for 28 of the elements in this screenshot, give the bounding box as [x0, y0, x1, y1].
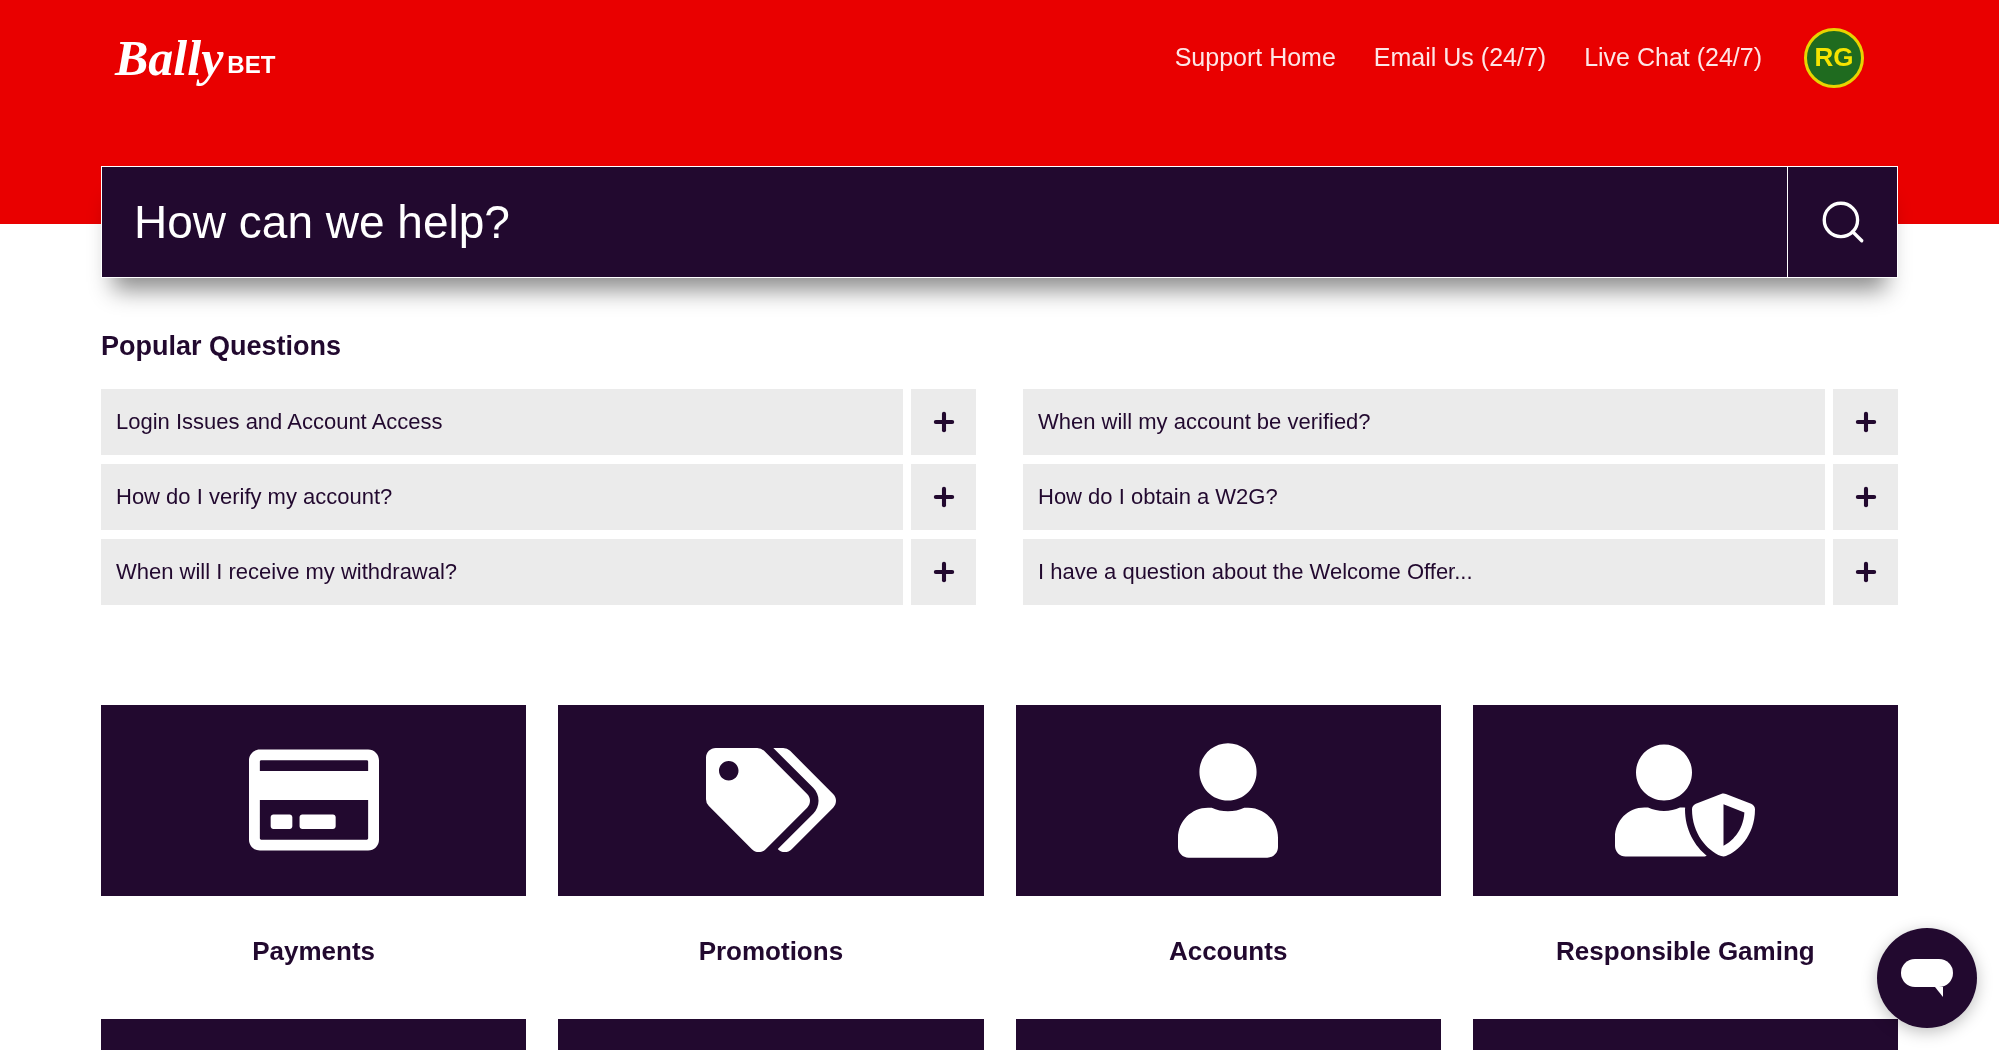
category-link[interactable]: Payments — [252, 931, 376, 971]
category-tile[interactable] — [1015, 704, 1441, 896]
question-item[interactable]: How do I obtain a W2G? — [1023, 463, 1825, 530]
expand-button[interactable] — [911, 388, 976, 455]
question-item[interactable]: When will my account be verified? — [1023, 388, 1825, 455]
rg-badge[interactable]: RG — [1804, 27, 1864, 88]
expand-button[interactable] — [1833, 463, 1898, 530]
user-shield-icon — [1615, 742, 1756, 858]
category-tile[interactable] — [1472, 704, 1898, 896]
expand-button[interactable] — [911, 538, 976, 605]
nav-link[interactable]: Email Us (24/7) — [1373, 38, 1547, 77]
category-tile[interactable] — [558, 704, 984, 896]
nav-link[interactable]: Support Home — [1174, 38, 1336, 77]
category-link[interactable]: Promotions — [698, 931, 844, 971]
question-item[interactable]: Login Issues and Account Access — [101, 388, 903, 455]
question-item[interactable]: I have a question about the Welcome Offer... — [1023, 538, 1825, 605]
expand-button[interactable] — [911, 463, 976, 530]
user-icon — [1178, 742, 1279, 858]
expand-button[interactable] — [1833, 538, 1898, 605]
category-link[interactable]: Accounts — [1168, 931, 1288, 971]
question-item[interactable]: When will I receive my withdrawal? — [101, 538, 903, 605]
expand-button[interactable] — [1833, 388, 1898, 455]
chat-button[interactable] — [1877, 928, 1977, 1028]
section-title: Popular Questions — [101, 330, 343, 363]
nav-link[interactable]: Live Chat (24/7) — [1584, 38, 1762, 77]
category-tile[interactable] — [101, 704, 527, 896]
category-link[interactable]: Responsible Gaming — [1556, 931, 1815, 971]
question-item[interactable]: How do I verify my account? — [101, 463, 903, 530]
